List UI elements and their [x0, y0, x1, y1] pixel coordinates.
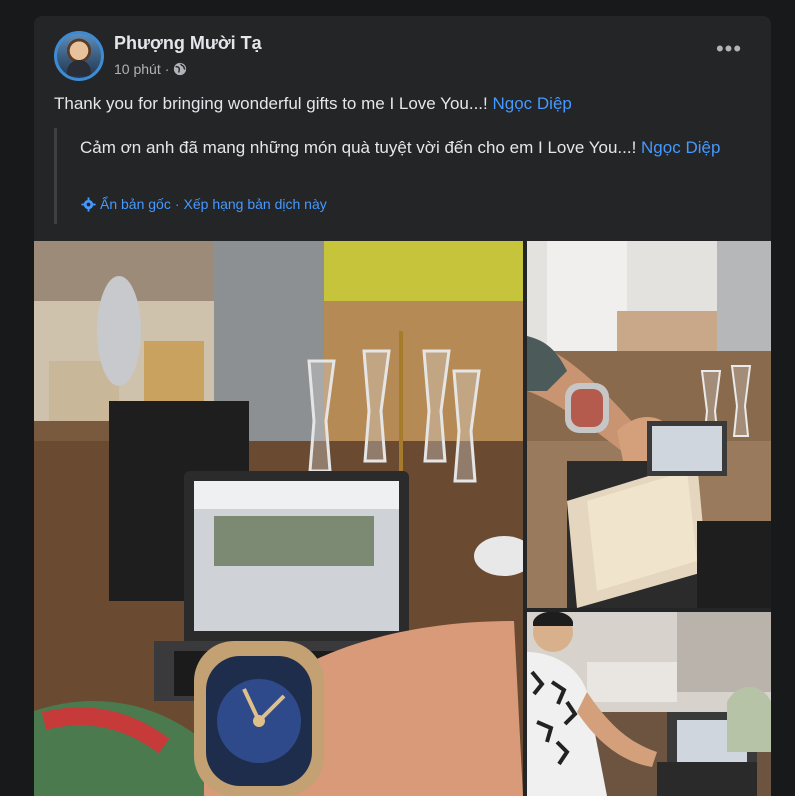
man-unboxing-photo[interactable]: [527, 612, 771, 796]
more-options-icon[interactable]: •••: [711, 38, 747, 65]
post-body: Thank you for bringing wonderful gifts t…: [54, 94, 493, 113]
hide-original-link[interactable]: Ẩn bản gốc: [100, 196, 171, 212]
original-text-block: Cảm ơn anh đã mang những món quà tuyệt v…: [54, 128, 751, 224]
post-header: Phượng Mười Tạ 10 phút · •••: [54, 31, 751, 83]
post-card: Phượng Mười Tạ 10 phút · ••• Thank you f…: [34, 16, 771, 796]
avatar[interactable]: [54, 31, 104, 81]
opening-watch-box-photo[interactable]: [527, 241, 771, 608]
meta-separator: ·: [164, 61, 170, 77]
translation-bar: Ẩn bản gốc · Xếp hạng bản dịch này: [81, 196, 327, 212]
watch-on-wrist-with-laptop-photo[interactable]: [34, 241, 523, 796]
gear-icon: [81, 196, 96, 212]
translate-separator: ·: [174, 196, 180, 212]
post-text: Thank you for bringing wonderful gifts t…: [54, 92, 744, 116]
rate-translation-link[interactable]: Xếp hạng bản dịch này: [184, 196, 327, 212]
original-mention-link[interactable]: Ngọc Diệp: [641, 138, 720, 157]
mention-link[interactable]: Ngọc Diệp: [492, 94, 571, 113]
author-name[interactable]: Phượng Mười Tạ: [114, 33, 262, 54]
original-text: Cảm ơn anh đã mang những món quà tuyệt v…: [80, 136, 740, 160]
timestamp[interactable]: 10 phút: [114, 61, 161, 77]
post-meta: 10 phút ·: [114, 61, 187, 77]
globe-icon[interactable]: [173, 62, 187, 76]
original-body: Cảm ơn anh đã mang những món quà tuyệt v…: [80, 138, 642, 157]
